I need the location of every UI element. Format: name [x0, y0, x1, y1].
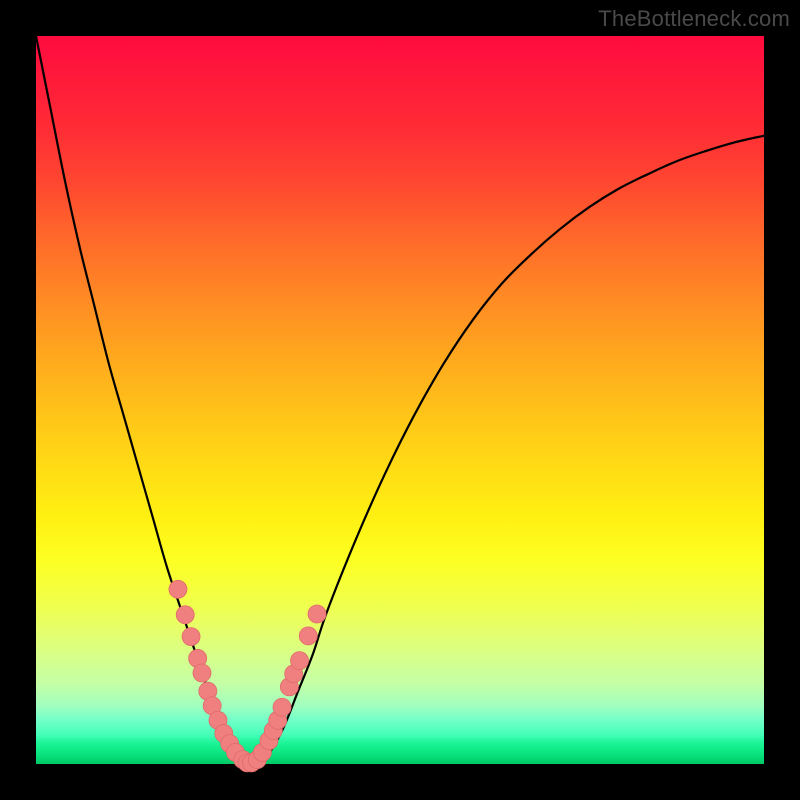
chart-svg	[36, 36, 764, 764]
bottleneck-curve	[36, 36, 764, 764]
marker-point	[193, 664, 211, 682]
marker-point	[299, 627, 317, 645]
marker-point	[176, 606, 194, 624]
plot-area	[36, 36, 764, 764]
marker-point	[291, 652, 309, 670]
marker-point	[182, 628, 200, 646]
chart-stage: TheBottleneck.com	[0, 0, 800, 800]
marker-point	[308, 605, 326, 623]
watermark-text: TheBottleneck.com	[598, 6, 790, 32]
marker-point	[273, 698, 291, 716]
marker-group	[169, 580, 326, 772]
marker-point	[169, 580, 187, 598]
